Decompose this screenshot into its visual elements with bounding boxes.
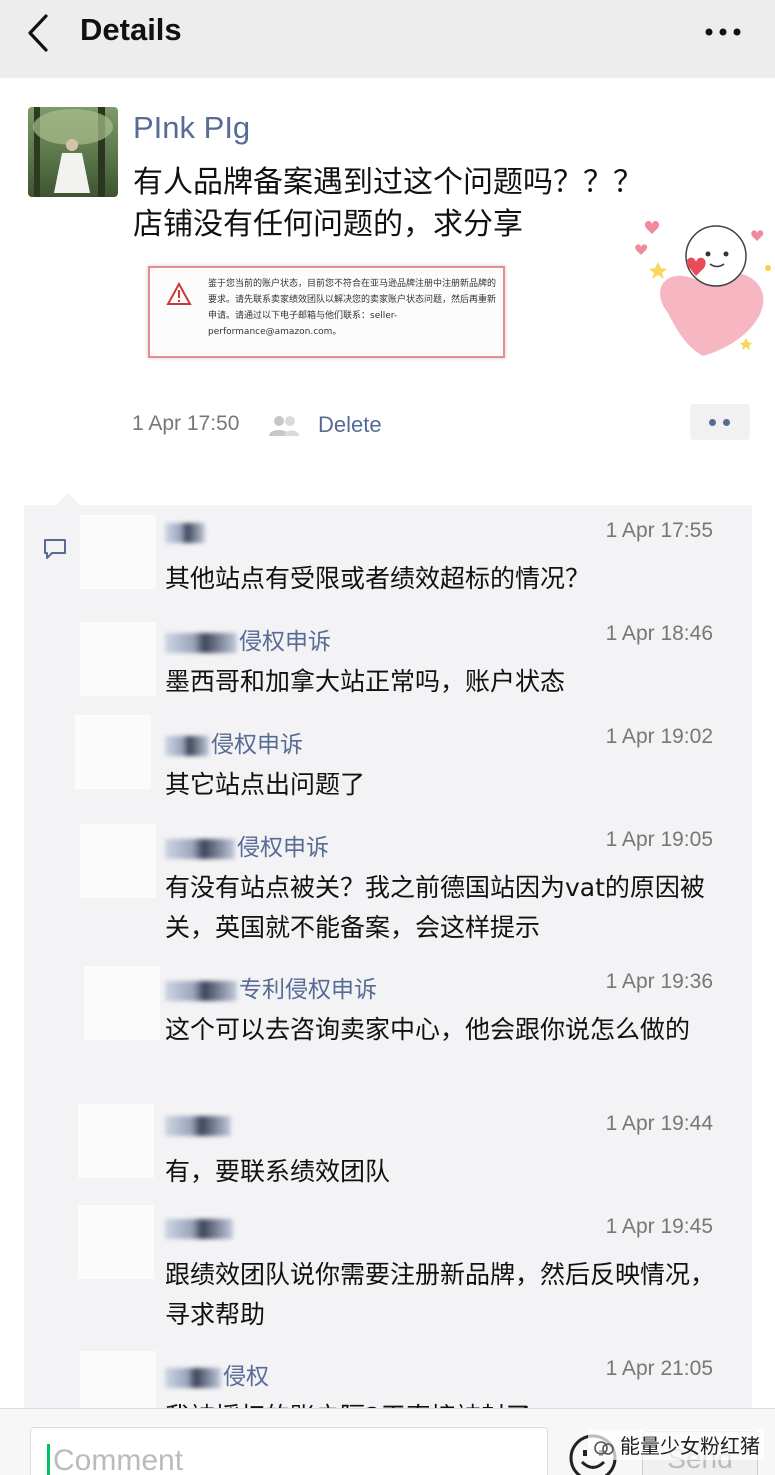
page-title: Details [80,12,182,47]
comment-time: 1 Apr 19:44 [605,1112,713,1135]
post-text-line-1: 有人品牌备案遇到过这个问题吗？？？ [133,165,643,200]
commenter-avatar[interactable] [80,824,156,898]
comment-text[interactable]: 跟绩效团队说你需要注册新品牌，然后反映情况，寻求帮助 [165,1255,730,1335]
moments-details-page: Details PInk PIg 有人品牌备案遇到过这个问题吗？？？ 店铺没有任… [0,0,775,1475]
commenter-avatar[interactable] [80,622,156,696]
comment-time: 1 Apr 19:02 [605,725,713,748]
text-cursor [47,1444,50,1475]
blurred-name-region [165,632,237,653]
commenter-name[interactable]: 侵权申诉 [165,828,329,862]
ellipsis-icon [705,28,741,36]
commenter-avatar[interactable] [75,715,151,789]
blurred-name-region [165,838,235,859]
comment-time: 1 Apr 17:55 [605,519,713,542]
commenter-name[interactable]: 侵权 [165,1357,269,1391]
post-text-line-2: 店铺没有任何问题的，求分享 [133,207,523,242]
warning-icon [166,282,192,305]
comment-text[interactable]: 这个可以去咨询卖家中心，他会跟你说怎么做的 [165,1010,730,1050]
commenter-name[interactable] [165,519,207,545]
blurred-name-region [165,1367,221,1388]
more-options-button[interactable] [701,16,745,48]
commenter-avatar[interactable] [80,515,156,589]
avatar-photo [28,107,118,197]
comment-bubble-icon [44,539,66,559]
comment-time: 1 Apr 19:05 [605,828,713,851]
comment-text[interactable]: 有没有站点被关？我之前德国站因为vat的原因被关，英国就不能备案，会这样提示 [165,868,730,948]
post-timestamp: 1 Apr 17:50 [132,412,240,435]
blurred-name-region [165,1115,231,1136]
like-comment-menu-button[interactable] [690,404,750,440]
commenter-name[interactable]: 侵权申诉 [165,622,331,656]
commenter-name[interactable]: 专利侵权申诉 [165,970,377,1004]
wechat-official-account-icon [594,1440,614,1455]
commenter-avatar[interactable] [84,966,160,1040]
back-button[interactable] [20,10,60,56]
comment-text[interactable]: 有，要联系绩效团队 [165,1152,730,1192]
comment-text[interactable]: 墨西哥和加拿大站正常吗，账户状态 [165,662,730,702]
blurred-name-region [165,522,205,543]
author-avatar[interactable] [28,107,118,197]
commenter-name[interactable] [165,1215,235,1241]
commenter-name[interactable]: 侵权申诉 [165,725,303,759]
commenter-name[interactable] [165,1112,233,1138]
header-bar: Details [0,0,775,78]
comment-input[interactable]: Comment [30,1427,548,1475]
comment-placeholder: Comment [53,1444,184,1475]
dot-icon [709,419,716,426]
comment-time: 1 Apr 19:45 [605,1215,713,1238]
comment-time: 1 Apr 19:36 [605,970,713,993]
screenshot-alert-text: 鉴于您当前的账户状态，目前您不符合在亚马逊品牌注册中注册新品牌的要求。请先联系卖… [208,279,497,337]
delete-link[interactable]: Delete [318,412,382,438]
chevron-left-icon [28,14,48,52]
sticker-image [628,208,775,358]
comment-text[interactable]: 其他站点有受限或者绩效超标的情况？ [165,559,730,599]
blurred-name-region [165,980,237,1001]
commenter-avatar[interactable] [78,1104,154,1178]
post-author-name[interactable]: PInk PIg [133,110,250,146]
watermark: 能量少女粉红猪 [588,1430,764,1460]
comment-time: 1 Apr 21:05 [605,1357,713,1380]
visibility-people-icon [269,416,299,436]
comment-text[interactable]: 其它站点出问题了 [165,765,730,805]
dot-icon [723,419,730,426]
blurred-name-region [165,735,209,756]
screenshot-image[interactable]: 鉴于您当前的账户状态，目前您不符合在亚马逊品牌注册中注册新品牌的要求。请先联系卖… [148,266,505,358]
commenter-avatar[interactable] [78,1205,154,1279]
watermark-text: 能量少女粉红猪 [620,1434,760,1458]
comment-time: 1 Apr 18:46 [605,622,713,645]
blurred-name-region [165,1218,233,1239]
